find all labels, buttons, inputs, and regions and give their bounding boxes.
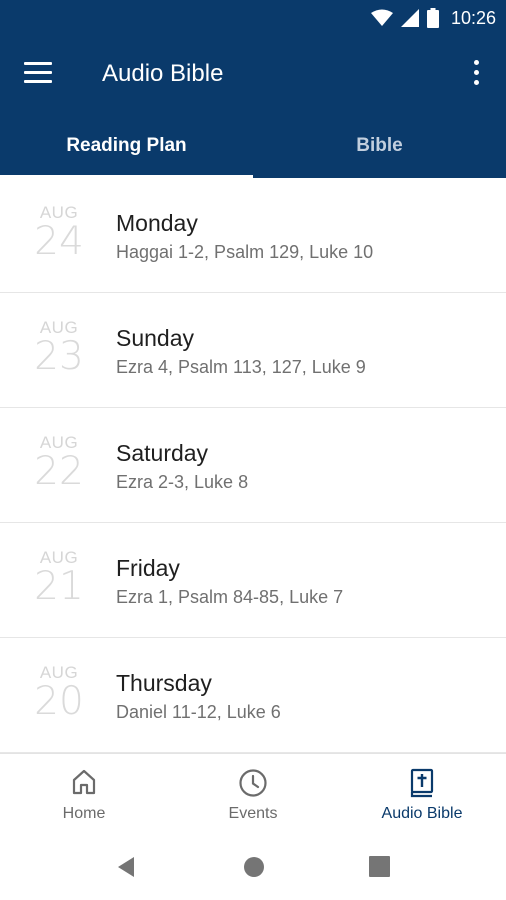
home-icon — [72, 769, 96, 795]
status-time: 10:26 — [450, 7, 496, 28]
date-day: 24 — [34, 219, 84, 264]
tab-reading-plan[interactable]: Reading Plan — [0, 112, 253, 178]
date-badge: AUG 22 — [28, 434, 90, 492]
date-badge: AUG 24 — [28, 204, 90, 262]
nav-home-label: Home — [62, 805, 106, 822]
date-badge: AUG 20 — [28, 664, 90, 722]
cell-signal-icon — [400, 9, 419, 27]
hamburger-icon[interactable] — [24, 62, 52, 84]
date-day: 20 — [34, 679, 84, 724]
reading-passages: Ezra 1, Psalm 84-85, Luke 7 — [116, 587, 344, 607]
app-bar: Audio Bible — [0, 36, 506, 112]
status-bar: 10:26 — [0, 0, 506, 36]
weekday-title: Sunday — [116, 325, 195, 351]
bottom-nav: Home Events Audio Bible — [0, 753, 506, 838]
list-item[interactable]: AUG 22 Saturday Ezra 2-3, Luke 8 — [0, 408, 506, 523]
list-item[interactable]: AUG 23 Sunday Ezra 4, Psalm 113, 127, Lu… — [0, 293, 506, 408]
battery-icon — [426, 8, 439, 28]
list-item[interactable]: AUG 21 Friday Ezra 1, Psalm 84-85, Luke … — [0, 523, 506, 638]
date-badge: AUG 21 — [28, 549, 90, 607]
date-day: 21 — [34, 564, 84, 609]
weekday-title: Thursday — [116, 670, 212, 696]
reading-passages: Daniel 11-12, Luke 6 — [116, 702, 281, 722]
list-item[interactable]: AUG 20 Thursday Daniel 11-12, Luke 6 — [0, 638, 506, 753]
clock-icon — [239, 769, 267, 797]
tab-bar: Reading Plan Bible — [0, 112, 506, 178]
weekday-title: Friday — [116, 555, 180, 581]
nav-home[interactable]: Home — [0, 754, 168, 838]
wifi-icon — [370, 9, 393, 26]
date-badge: AUG 23 — [28, 319, 90, 377]
weekday-title: Monday — [116, 210, 198, 236]
reading-passages: Ezra 2-3, Luke 8 — [116, 472, 249, 492]
home-circle-icon[interactable] — [243, 856, 265, 878]
date-day: 22 — [34, 449, 84, 494]
bible-icon — [410, 768, 434, 798]
list-item[interactable]: AUG 24 Monday Haggai 1-2, Psalm 129, Luk… — [0, 178, 506, 293]
nav-events-label: Events — [228, 805, 278, 822]
status-icons: 10:26 — [370, 7, 496, 29]
date-day: 23 — [34, 334, 84, 379]
app-title: Audio Bible — [102, 60, 224, 87]
recents-icon[interactable] — [369, 856, 390, 877]
system-nav-bar — [0, 837, 506, 900]
nav-audio-bible-label: Audio Bible — [381, 805, 463, 822]
reading-plan-list: AUG 24 Monday Haggai 1-2, Psalm 129, Luk… — [0, 178, 506, 753]
reading-passages: Ezra 4, Psalm 113, 127, Luke 9 — [116, 357, 366, 377]
tab-bible[interactable]: Bible — [253, 112, 506, 178]
weekday-title: Saturday — [116, 440, 209, 466]
back-icon[interactable] — [116, 856, 136, 878]
more-vert-icon[interactable] — [472, 60, 480, 88]
nav-events[interactable]: Events — [169, 754, 337, 838]
reading-passages: Haggai 1-2, Psalm 129, Luke 10 — [116, 242, 374, 262]
nav-audio-bible[interactable]: Audio Bible — [338, 754, 506, 838]
